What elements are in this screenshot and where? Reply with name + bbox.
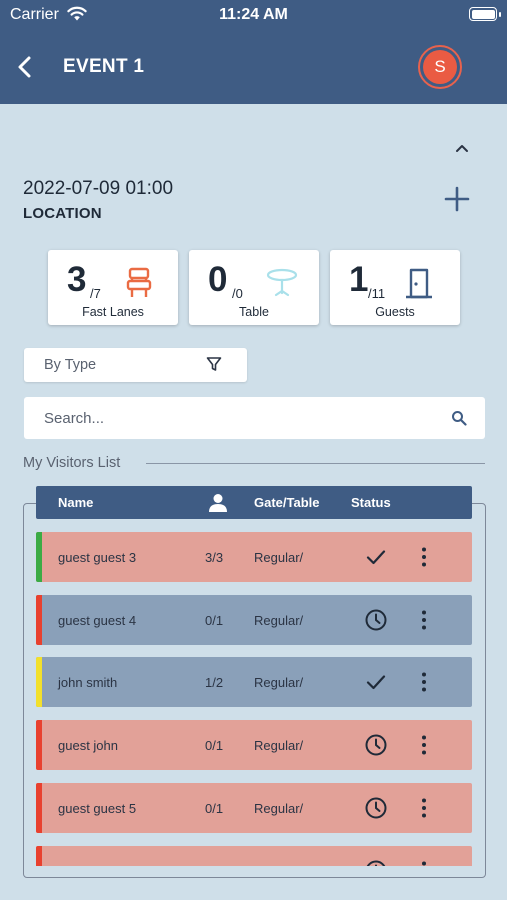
stat-card-fast-lanes: 3 /7 Fast Lanes: [48, 250, 178, 325]
clock-icon: [365, 734, 387, 756]
search-icon[interactable]: [451, 410, 467, 426]
chevron-up-icon[interactable]: [453, 141, 471, 155]
battery-tip: [499, 12, 501, 17]
row-accent: [36, 783, 42, 833]
clock: 11:24 AM: [219, 6, 288, 23]
row-accent: [36, 657, 42, 707]
table-row[interactable]: guest john 0/1 Regular/: [36, 720, 472, 770]
event-location: LOCATION: [23, 205, 102, 222]
guest-gate: Regular/: [254, 550, 304, 565]
table-row[interactable]: guest guest 5 0/1 Regular/: [36, 783, 472, 833]
search-input[interactable]: [44, 397, 444, 439]
clock-icon: [366, 860, 386, 866]
section-title: My Visitors List: [23, 455, 121, 471]
stat-label: Table: [239, 305, 269, 319]
stat-card-guests: 1 /11 Guests: [330, 250, 460, 325]
guest-gate: Regular/: [254, 675, 304, 690]
stat-card-table: 0 /0 Table: [189, 250, 319, 325]
app-header: Carrier 11:24 AM EVENT 1 S: [0, 0, 507, 104]
guest-name: john smith: [58, 675, 118, 690]
event-datetime: 2022-07-09 01:00: [23, 178, 174, 199]
row-accent: [36, 595, 42, 645]
person-icon: [209, 494, 227, 512]
stat-value: 1: [349, 260, 369, 299]
avatar[interactable]: S: [418, 45, 462, 89]
guest-count: 0/1: [205, 801, 224, 816]
stat-label: Guests: [375, 305, 415, 319]
more-vertical-icon[interactable]: [419, 860, 429, 866]
type-filter[interactable]: By Type: [24, 348, 247, 382]
avatar-initial: S: [423, 50, 457, 84]
status-bar: Carrier 11:24 AM: [0, 0, 507, 30]
filter-icon: [206, 357, 222, 371]
guest-name: guest john: [58, 738, 118, 753]
search-bar: [24, 397, 485, 439]
row-accent: [36, 532, 42, 582]
guest-name: guest guest 4: [58, 613, 137, 628]
battery-icon: [469, 7, 497, 21]
guest-gate: Regular/: [254, 613, 304, 628]
page-title: EVENT 1: [63, 56, 145, 77]
more-vertical-icon[interactable]: [419, 609, 429, 631]
table-header: Name Gate/Table Status: [36, 486, 472, 519]
stat-value: 0: [208, 260, 228, 299]
table-icon: [266, 268, 298, 297]
row-accent: [36, 846, 42, 866]
stat-total: /11: [368, 286, 386, 301]
guest-name: guest guest 5: [58, 801, 137, 816]
stat-total: /0: [232, 286, 243, 301]
checkmark-icon: [366, 675, 386, 690]
guest-name: guest guest 3: [58, 550, 137, 565]
filter-label: By Type: [44, 357, 97, 373]
more-vertical-icon[interactable]: [419, 546, 429, 568]
guest-count: 0/1: [205, 613, 224, 628]
guest-count: 3/3: [205, 550, 224, 565]
visitors-rows: guest guest 3 3/3 Regular/ guest guest 4…: [36, 532, 472, 866]
column-gate: Gate/Table: [254, 495, 320, 510]
guest-count: 1/2: [205, 675, 224, 690]
clock-icon: [365, 797, 387, 819]
table-row[interactable]: [36, 846, 472, 866]
door-icon: [406, 268, 432, 299]
guest-gate: Regular/: [254, 738, 304, 753]
row-accent: [36, 720, 42, 770]
more-vertical-icon[interactable]: [419, 671, 429, 693]
column-name: Name: [58, 495, 94, 510]
chair-icon: [126, 267, 152, 297]
back-arrow-icon[interactable]: [14, 54, 36, 80]
table-row[interactable]: john smith 1/2 Regular/: [36, 657, 472, 707]
more-vertical-icon[interactable]: [419, 734, 429, 756]
column-status: Status: [351, 495, 391, 510]
checkmark-icon: [366, 550, 386, 565]
table-row[interactable]: guest guest 3 3/3 Regular/: [36, 532, 472, 582]
clock-icon: [365, 609, 387, 631]
stat-value: 3: [67, 260, 87, 299]
guest-gate: Regular/: [254, 801, 304, 816]
add-icon[interactable]: [444, 186, 470, 212]
guest-count: 0/1: [205, 738, 224, 753]
section-divider: [146, 463, 485, 464]
table-row[interactable]: guest guest 4 0/1 Regular/: [36, 595, 472, 645]
stat-label: Fast Lanes: [82, 305, 144, 319]
more-vertical-icon[interactable]: [419, 797, 429, 819]
stat-total: /7: [90, 286, 101, 301]
